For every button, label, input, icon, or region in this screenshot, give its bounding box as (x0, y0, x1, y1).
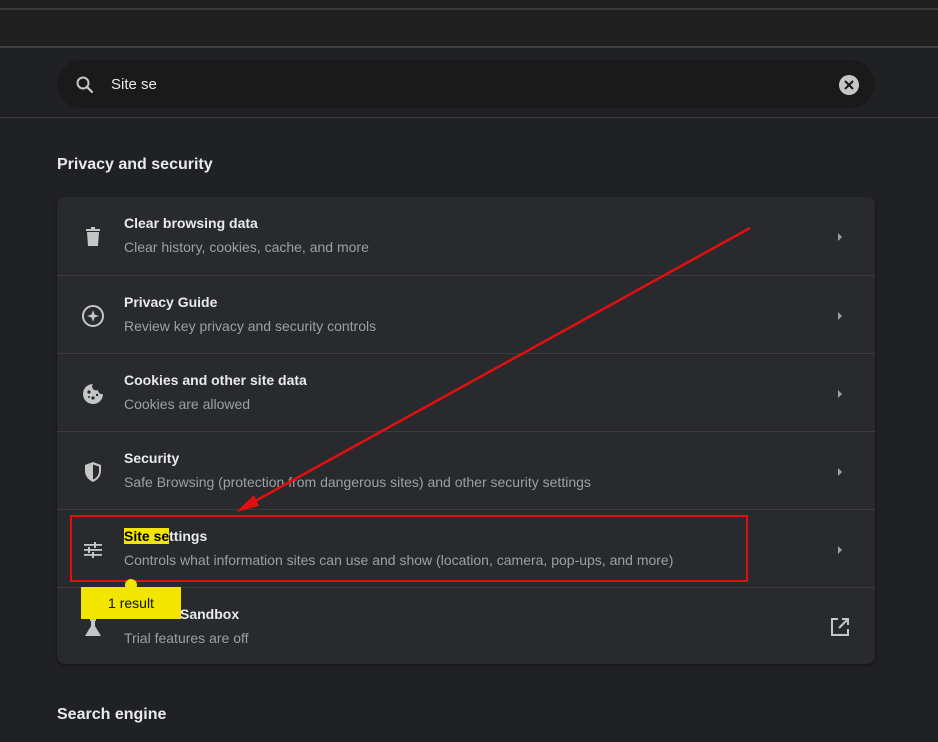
row-subtitle: Clear history, cookies, cache, and more (124, 239, 369, 255)
row-cookies[interactable]: Cookies and other site data Cookies are … (57, 353, 875, 431)
row-subtitle: Trial features are off (124, 630, 249, 646)
row-clear-browsing-data[interactable]: Clear browsing data Clear history, cooki… (57, 197, 875, 275)
section-title-privacy: Privacy and security (57, 156, 213, 173)
row-subtitle: Safe Browsing (protection from dangerous… (124, 474, 591, 490)
chevron-right-icon (835, 387, 845, 399)
compass-icon (81, 304, 105, 328)
flask-icon (81, 616, 105, 640)
row-title: Security (124, 450, 180, 466)
settings-search-box[interactable] (57, 60, 875, 108)
close-icon (844, 80, 854, 90)
annotation-highlight-box (70, 515, 748, 582)
row-title: Sandbox (180, 606, 240, 622)
browser-top-strip (0, 0, 938, 10)
row-subtitle: Cookies are allowed (124, 396, 251, 412)
cookie-icon (81, 382, 105, 406)
browser-toolbar-strip (0, 12, 938, 48)
row-subtitle: Review key privacy and security controls (124, 318, 377, 334)
row-security[interactable]: Security Safe Browsing (protection from … (57, 431, 875, 509)
settings-search-header (0, 50, 938, 118)
row-title: Clear browsing data (124, 215, 258, 231)
shield-icon (81, 460, 105, 484)
search-input[interactable] (111, 72, 811, 96)
search-icon (75, 75, 95, 95)
section-title-search-engine: Search engine (57, 706, 167, 723)
chevron-right-icon (835, 543, 845, 555)
row-title: Privacy Guide (124, 294, 218, 310)
open-in-new-icon[interactable] (829, 616, 851, 638)
row-title: Cookies and other site data (124, 372, 307, 388)
chevron-right-icon (835, 465, 845, 477)
trash-icon (81, 225, 105, 249)
search-results-tooltip: 1 result (81, 587, 181, 619)
chevron-right-icon (835, 309, 845, 321)
row-privacy-guide[interactable]: Privacy Guide Review key privacy and sec… (57, 275, 875, 353)
clear-search-button[interactable] (839, 75, 859, 95)
chevron-right-icon (835, 230, 845, 242)
